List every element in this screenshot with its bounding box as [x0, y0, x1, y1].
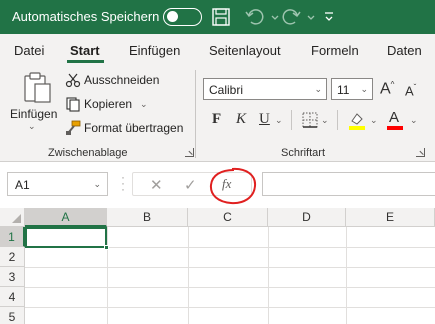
scissors-icon — [64, 71, 82, 89]
grow-font-icon[interactable]: A^ — [380, 80, 394, 98]
tab-datei[interactable]: Datei — [14, 43, 44, 58]
selected-cell[interactable] — [25, 227, 107, 248]
shrink-font-icon[interactable]: Aˇ — [405, 83, 416, 98]
fill-handle[interactable] — [104, 245, 109, 250]
ribbon-tabs: Datei Start Einfügen Seitenlayout Formel… — [0, 34, 435, 66]
row-header[interactable]: 5 — [0, 307, 25, 324]
customize-qat-icon[interactable] — [318, 6, 340, 28]
paste-icon[interactable] — [22, 71, 54, 105]
column-header[interactable]: C — [188, 208, 268, 227]
select-all-corner[interactable] — [0, 208, 25, 227]
font-launcher-icon[interactable] — [416, 148, 425, 157]
grid-line — [346, 227, 347, 324]
copy-icon — [64, 95, 82, 113]
column-header[interactable]: E — [346, 208, 435, 227]
font-name-box[interactable]: Calibri ⌄ — [203, 78, 327, 100]
group-divider — [195, 70, 196, 158]
row-header[interactable]: 2 — [0, 247, 25, 267]
italic-button[interactable]: K — [236, 111, 246, 129]
copy-button[interactable]: Kopieren ⌄ — [64, 95, 148, 113]
chevron-down-icon: ⌄ — [360, 84, 368, 94]
toggle-knob — [167, 11, 178, 22]
title-bar: Automatisches Speichern — [0, 0, 435, 34]
paste-dropdown-icon[interactable]: ⌄ — [28, 121, 36, 132]
fill-color-dropdown-icon[interactable]: ⌄ — [370, 115, 378, 126]
fill-color-icon[interactable] — [347, 110, 367, 130]
undo-icon[interactable] — [244, 6, 266, 28]
active-tab-indicator — [67, 60, 104, 63]
enter-icon[interactable]: ✓ — [184, 176, 197, 194]
font-group-label: Schriftart — [281, 147, 326, 159]
column-header[interactable]: D — [268, 208, 346, 227]
font-name-value: Calibri — [209, 83, 244, 97]
chevron-down-icon: ⌄ — [314, 84, 322, 94]
grid-line — [25, 307, 435, 308]
tab-daten[interactable]: Daten — [387, 43, 422, 58]
underline-dropdown-icon[interactable]: ⌄ — [275, 115, 283, 126]
name-box[interactable]: A1 ⌄ — [7, 172, 108, 196]
grid-line — [268, 227, 269, 324]
tab-einfuegen[interactable]: Einfügen — [129, 43, 180, 58]
cancel-icon[interactable]: ✕ — [150, 176, 163, 194]
divider — [337, 110, 338, 130]
cut-label: Ausschneiden — [84, 73, 160, 87]
tab-formeln[interactable]: Formeln — [311, 43, 359, 58]
underline-button[interactable]: U — [259, 111, 270, 129]
borders-icon[interactable] — [301, 111, 319, 129]
font-size-box[interactable]: 11 ⌄ — [331, 78, 373, 100]
format-painter-icon — [64, 119, 82, 137]
grid-line — [25, 267, 435, 268]
save-icon[interactable] — [210, 6, 232, 28]
copy-dropdown-icon[interactable]: ⌄ — [140, 99, 148, 110]
clipboard-group-label: Zwischenablage — [48, 147, 128, 159]
bold-button[interactable]: F — [212, 111, 221, 129]
divider — [291, 110, 292, 130]
chevron-down-icon: ⌄ — [93, 179, 101, 189]
row-header[interactable]: 4 — [0, 287, 25, 307]
tab-start[interactable]: Start — [70, 43, 100, 58]
font-size-value: 11 — [337, 83, 350, 97]
autosave-toggle[interactable] — [163, 8, 202, 26]
font-color-letter: A — [389, 109, 400, 126]
cut-button[interactable]: Ausschneiden — [64, 71, 159, 89]
autosave-label: Automatisches Speichern — [12, 9, 160, 24]
borders-dropdown-icon[interactable]: ⌄ — [321, 115, 329, 126]
tab-seitenlayout[interactable]: Seitenlayout — [209, 43, 281, 58]
format-painter-button[interactable]: Format übertragen — [64, 119, 183, 137]
grid-line — [188, 227, 189, 324]
column-header[interactable]: B — [107, 208, 188, 227]
annotation-circle — [209, 167, 257, 205]
font-color-icon[interactable]: A — [385, 109, 405, 131]
formula-input[interactable] — [262, 172, 435, 196]
resize-handle-icon[interactable]: · · · — [121, 171, 125, 195]
redo-icon[interactable] — [280, 6, 302, 28]
format-painter-label: Format übertragen — [84, 121, 184, 135]
row-header[interactable]: 1 — [0, 227, 25, 247]
row-header[interactable]: 3 — [0, 267, 25, 287]
name-box-value: A1 — [15, 178, 30, 192]
grid-line — [107, 227, 108, 324]
font-color-dropdown-icon[interactable]: ⌄ — [410, 115, 418, 126]
copy-label: Kopieren — [84, 97, 133, 111]
font-color-swatch — [387, 126, 403, 130]
column-header[interactable]: A — [25, 208, 107, 227]
paste-label[interactable]: Einfügen — [10, 107, 57, 121]
grid-line — [25, 287, 435, 288]
clipboard-launcher-icon[interactable] — [185, 148, 194, 157]
